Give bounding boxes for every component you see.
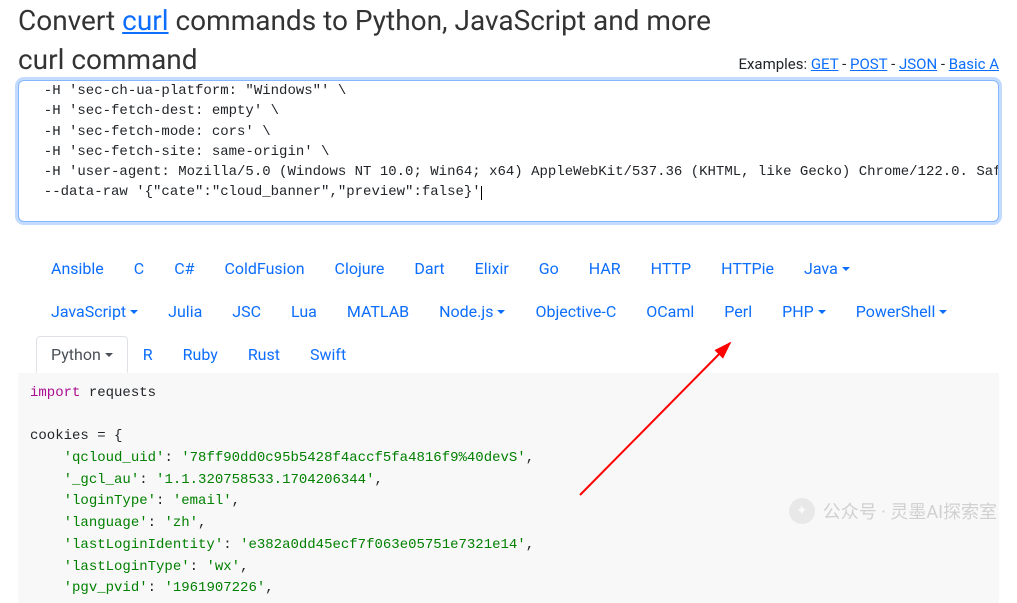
watermark-text: 公众号 · 灵墨AI探索室 [823,498,997,524]
chevron-down-icon [130,310,138,314]
tab-coldfusion[interactable]: ColdFusion [209,250,319,287]
tab-dart[interactable]: Dart [399,250,459,287]
tab-go[interactable]: Go [524,250,574,287]
tab-perl[interactable]: Perl [709,293,767,330]
chevron-down-icon [939,310,947,314]
tab-ansible[interactable]: Ansible [36,250,119,287]
chevron-down-icon [842,267,850,271]
curl-input[interactable]: -H 'sec-ch-ua-platform: "Windows"' \ -H … [18,80,999,222]
tab-ocaml[interactable]: OCaml [631,293,709,330]
tab-har[interactable]: HAR [574,250,636,287]
tab-julia[interactable]: Julia [153,293,217,330]
watermark: ✦ 公众号 · 灵墨AI探索室 [789,498,997,524]
tab-matlab[interactable]: MATLAB [332,293,424,330]
title-text-post: commands to Python, JavaScript and more [169,4,711,37]
title-text-pre: Convert [18,4,122,37]
tab-rust[interactable]: Rust [233,336,295,373]
example-link-get[interactable]: GET [811,55,839,73]
tab-ruby[interactable]: Ruby [168,336,233,373]
code-output: import requests cookies = { 'qcloud_uid'… [18,373,999,603]
chevron-down-icon [497,310,505,314]
tab-c-[interactable]: C# [159,250,209,287]
tab-java[interactable]: Java [789,250,865,287]
tab-jsc[interactable]: JSC [217,293,276,330]
example-link-post[interactable]: POST [850,55,887,73]
page-title: Convert curl commands to Python, JavaScr… [0,0,1017,37]
tab-node-js[interactable]: Node.js [424,293,520,330]
language-tabs: AnsibleCC#ColdFusionClojureDartElixirGoH… [0,250,1017,373]
tab-r[interactable]: R [128,336,168,373]
example-link-basic-a[interactable]: Basic A [949,55,999,73]
tab-swift[interactable]: Swift [295,336,361,373]
tab-powershell[interactable]: PowerShell [841,293,963,330]
chevron-down-icon [818,310,826,314]
examples: Examples: GET - POST - JSON - Basic A [738,55,999,73]
example-link-json[interactable]: JSON [899,55,937,73]
tab-c[interactable]: C [119,250,159,287]
tab-php[interactable]: PHP [767,293,841,330]
tab-python[interactable]: Python [36,336,128,373]
wechat-icon: ✦ [789,498,815,524]
tab-http[interactable]: HTTP [636,250,707,287]
tab-clojure[interactable]: Clojure [320,250,400,287]
curl-link[interactable]: curl [122,4,168,37]
tab-javascript[interactable]: JavaScript [36,293,153,330]
chevron-down-icon [105,353,113,357]
tab-lua[interactable]: Lua [276,293,332,330]
tab-elixir[interactable]: Elixir [460,250,524,287]
tab-objective-c[interactable]: Objective-C [520,293,631,330]
tab-httpie[interactable]: HTTPie [706,250,789,287]
section-heading: curl command [18,43,198,76]
examples-label: Examples: [738,55,810,73]
